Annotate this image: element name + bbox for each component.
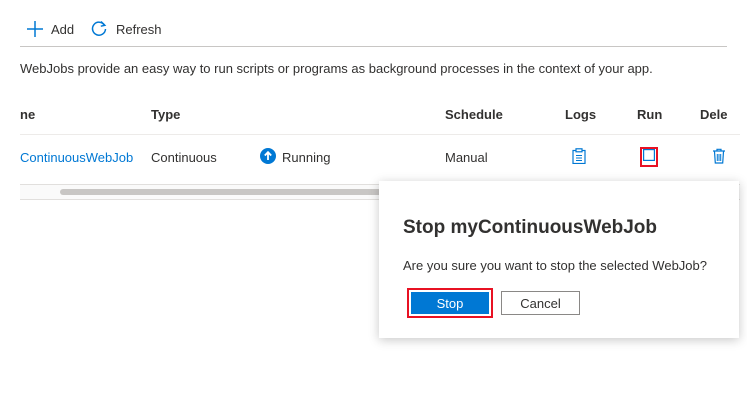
column-header-name[interactable]: ne xyxy=(20,107,35,122)
column-header-logs[interactable]: Logs xyxy=(565,107,596,122)
delete-button[interactable] xyxy=(712,148,726,169)
webjob-status: Running xyxy=(260,148,330,167)
logs-button[interactable] xyxy=(572,148,586,169)
add-button[interactable]: Add xyxy=(26,16,74,42)
webjob-status-label: Running xyxy=(282,150,331,165)
add-button-label: Add xyxy=(51,21,75,37)
dialog-title: Stop myContinuousWebJob xyxy=(403,217,658,238)
clipboard-icon xyxy=(572,148,586,168)
stop-confirmation-dialog: Stop myContinuousWebJob Are you sure you… xyxy=(379,181,739,338)
refresh-icon xyxy=(90,20,108,38)
cancel-button[interactable]: Cancel xyxy=(501,291,580,315)
plus-icon xyxy=(26,20,44,38)
column-header-type[interactable]: Type xyxy=(151,107,180,122)
column-header-schedule[interactable]: Schedule xyxy=(445,107,503,122)
webjob-name-link[interactable]: ContinuousWebJob xyxy=(20,150,133,165)
stop-run-button[interactable] xyxy=(640,147,658,167)
page-description: WebJobs provide an easy way to run scrip… xyxy=(20,61,653,76)
refresh-button[interactable]: Refresh xyxy=(90,16,162,42)
stop-button-highlight: Stop xyxy=(407,288,493,318)
trash-icon xyxy=(712,148,726,168)
dialog-message: Are you sure you want to stop the select… xyxy=(403,258,707,273)
running-status-icon xyxy=(260,148,276,167)
webjob-schedule: Manual xyxy=(445,150,488,165)
column-header-run[interactable]: Run xyxy=(637,107,662,122)
header-divider xyxy=(20,134,740,135)
column-header-delete[interactable]: Dele xyxy=(700,107,727,122)
popup-caret xyxy=(642,173,658,181)
stop-square-icon xyxy=(643,148,656,166)
webjob-type: Continuous xyxy=(151,150,217,165)
command-bar: Add Refresh xyxy=(20,16,727,47)
stop-button[interactable]: Stop xyxy=(411,292,489,314)
refresh-button-label: Refresh xyxy=(116,21,162,37)
